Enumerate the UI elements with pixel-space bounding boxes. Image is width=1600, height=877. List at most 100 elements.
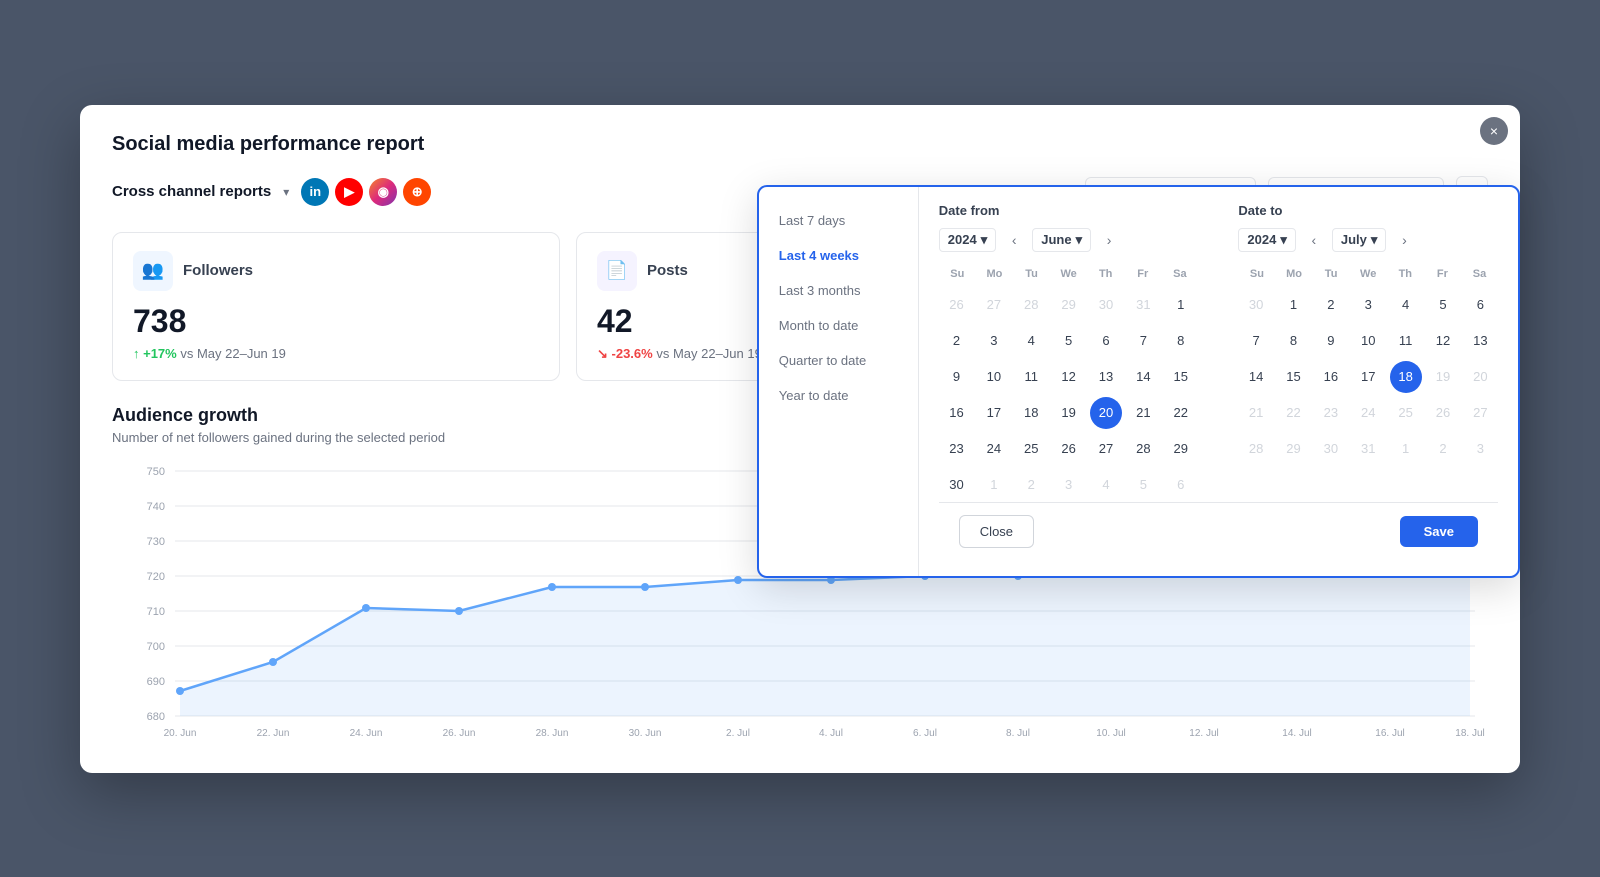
june-day-6-next[interactable]: 6 <box>1165 469 1197 501</box>
july-day-13[interactable]: 13 <box>1464 325 1496 357</box>
june-day-4[interactable]: 4 <box>1015 325 1047 357</box>
reddit-icon[interactable]: ⊕ <box>403 178 431 206</box>
july-day-21: 21 <box>1240 397 1272 429</box>
preset-last3months[interactable]: Last 3 months <box>759 273 918 308</box>
june-day-25[interactable]: 25 <box>1015 433 1047 465</box>
june-day-5-next[interactable]: 5 <box>1127 469 1159 501</box>
july-day-30-prev[interactable]: 30 <box>1240 289 1272 321</box>
june-day-26-prev[interactable]: 26 <box>940 289 972 321</box>
july-day-9[interactable]: 9 <box>1315 325 1347 357</box>
june-day-1-next[interactable]: 1 <box>978 469 1010 501</box>
june-day-4-next[interactable]: 4 <box>1090 469 1122 501</box>
june-day-2-next[interactable]: 2 <box>1015 469 1047 501</box>
followers-vs: vs May 22–Jun 19 <box>180 346 286 361</box>
june-day-22[interactable]: 22 <box>1165 397 1197 429</box>
july-day-6[interactable]: 6 <box>1464 289 1496 321</box>
july-day-8[interactable]: 8 <box>1277 325 1309 357</box>
instagram-icon[interactable]: ◉ <box>369 178 397 206</box>
june-day-23[interactable]: 23 <box>940 433 972 465</box>
from-next-btn[interactable]: › <box>1097 228 1121 252</box>
svg-text:700: 700 <box>147 641 165 653</box>
june-day-28-prev[interactable]: 28 <box>1015 289 1047 321</box>
close-datepicker-button[interactable]: Close <box>959 515 1034 548</box>
july-day-28: 28 <box>1240 433 1272 465</box>
modal-title: Social media performance report <box>112 133 1488 156</box>
preset-yeartodate[interactable]: Year to date <box>759 378 918 413</box>
june-day-26[interactable]: 26 <box>1053 433 1085 465</box>
july-day-2[interactable]: 2 <box>1315 289 1347 321</box>
svg-text:720: 720 <box>147 571 165 583</box>
modal-close-button[interactable]: × <box>1480 117 1508 145</box>
june-day-1[interactable]: 1 <box>1165 289 1197 321</box>
june-day-30[interactable]: 30 <box>940 469 972 501</box>
to-next-btn[interactable]: › <box>1392 228 1416 252</box>
july-day-10[interactable]: 10 <box>1352 325 1384 357</box>
to-year-select[interactable]: 2024 ▾ <box>1238 228 1295 252</box>
july-day-3[interactable]: 3 <box>1352 289 1384 321</box>
june-day-14[interactable]: 14 <box>1127 361 1159 393</box>
from-prev-btn[interactable]: ‹ <box>1002 228 1026 252</box>
july-day-11[interactable]: 11 <box>1390 325 1422 357</box>
june-day-17[interactable]: 17 <box>978 397 1010 429</box>
july-day-5[interactable]: 5 <box>1427 289 1459 321</box>
cal-header-from: Date from 2024 ▾ ‹ June ▾ › <box>939 203 1199 252</box>
july-day-25: 25 <box>1390 397 1422 429</box>
june-day-31-prev[interactable]: 31 <box>1127 289 1159 321</box>
june-day-18[interactable]: 18 <box>1015 397 1047 429</box>
june-day-3[interactable]: 3 <box>978 325 1010 357</box>
july-weekdays: Su Mo Tu We Th Fr Sa <box>1238 264 1498 284</box>
july-day-7[interactable]: 7 <box>1240 325 1272 357</box>
june-day-28[interactable]: 28 <box>1127 433 1159 465</box>
july-day-1[interactable]: 1 <box>1277 289 1309 321</box>
june-day-29-prev[interactable]: 29 <box>1053 289 1085 321</box>
june-day-30-prev[interactable]: 30 <box>1090 289 1122 321</box>
preset-quartertodate[interactable]: Quarter to date <box>759 343 918 378</box>
to-month-select[interactable]: July ▾ <box>1332 228 1387 252</box>
june-day-29[interactable]: 29 <box>1165 433 1197 465</box>
june-day-16[interactable]: 16 <box>940 397 972 429</box>
june-day-2[interactable]: 2 <box>940 325 972 357</box>
july-day-18[interactable]: 18 <box>1390 361 1422 393</box>
june-day-15[interactable]: 15 <box>1165 361 1197 393</box>
july-day-14[interactable]: 14 <box>1240 361 1272 393</box>
chevron-down-icon[interactable]: ▾ <box>283 185 289 199</box>
july-day-12[interactable]: 12 <box>1427 325 1459 357</box>
june-day-5[interactable]: 5 <box>1053 325 1085 357</box>
preset-last7days[interactable]: Last 7 days <box>759 203 918 238</box>
july-day-17[interactable]: 17 <box>1352 361 1384 393</box>
june-day-20[interactable]: 20 <box>1090 397 1122 429</box>
calendars-grid: Su Mo Tu We Th Fr Sa 26 27 <box>939 264 1498 502</box>
june-day-10[interactable]: 10 <box>978 361 1010 393</box>
save-datepicker-button[interactable]: Save <box>1400 516 1478 547</box>
svg-text:12. Jul: 12. Jul <box>1189 728 1218 739</box>
to-month-chevron: ▾ <box>1371 232 1378 248</box>
svg-text:730: 730 <box>147 536 165 548</box>
june-day-8[interactable]: 8 <box>1165 325 1197 357</box>
june-day-11[interactable]: 11 <box>1015 361 1047 393</box>
june-day-3-next[interactable]: 3 <box>1053 469 1085 501</box>
modal-overlay: × Social media performance report Cross … <box>80 105 1520 773</box>
preset-monthtodate[interactable]: Month to date <box>759 308 918 343</box>
from-year-select[interactable]: 2024 ▾ <box>939 228 996 252</box>
june-day-12[interactable]: 12 <box>1053 361 1085 393</box>
july-days: 30 1 2 3 4 5 6 7 8 9 10 <box>1238 288 1498 466</box>
youtube-icon[interactable]: ▶ <box>335 178 363 206</box>
svg-text:18. Jul: 18. Jul <box>1455 728 1484 739</box>
june-day-7[interactable]: 7 <box>1127 325 1159 357</box>
july-day-16[interactable]: 16 <box>1315 361 1347 393</box>
from-month-select[interactable]: June ▾ <box>1032 228 1091 252</box>
svg-text:680: 680 <box>147 711 165 723</box>
june-day-24[interactable]: 24 <box>978 433 1010 465</box>
preset-last4weeks[interactable]: Last 4 weeks <box>759 238 918 273</box>
june-day-19[interactable]: 19 <box>1053 397 1085 429</box>
july-day-15[interactable]: 15 <box>1277 361 1309 393</box>
linkedin-icon[interactable]: in <box>301 178 329 206</box>
june-day-27-prev[interactable]: 27 <box>978 289 1010 321</box>
june-day-27[interactable]: 27 <box>1090 433 1122 465</box>
july-day-4[interactable]: 4 <box>1390 289 1422 321</box>
june-day-13[interactable]: 13 <box>1090 361 1122 393</box>
june-day-21[interactable]: 21 <box>1127 397 1159 429</box>
to-prev-btn[interactable]: ‹ <box>1302 228 1326 252</box>
june-day-6[interactable]: 6 <box>1090 325 1122 357</box>
june-day-9[interactable]: 9 <box>940 361 972 393</box>
